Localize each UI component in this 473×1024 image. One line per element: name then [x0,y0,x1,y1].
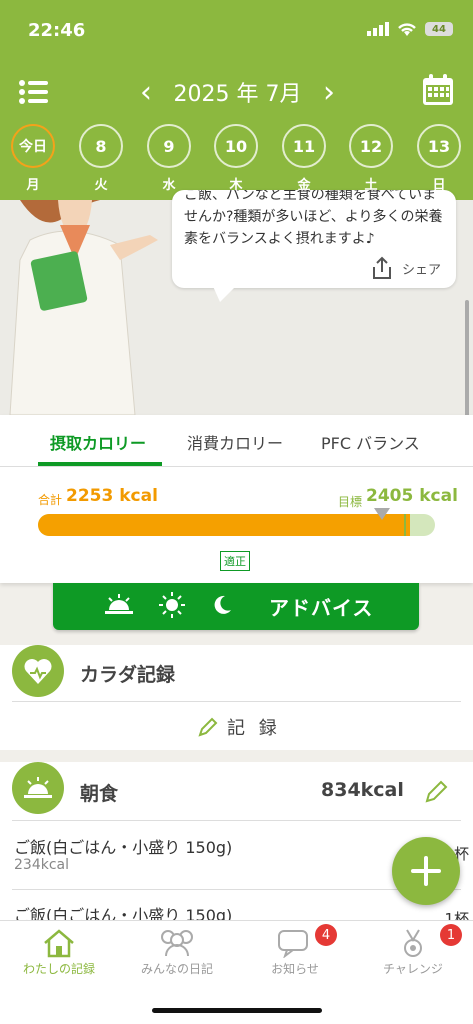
medal-icon [404,929,422,957]
calendar-icon[interactable] [422,74,454,106]
month-selector: ‹ 2025 年 7月 › [140,74,335,110]
moon-icon [211,594,233,620]
status-time: 22:46 [28,20,86,41]
next-month-button[interactable]: › [323,75,335,110]
nav-label: わたしの記録 [22,962,95,976]
day-number: 今日 [11,124,55,168]
day-11[interactable]: 11 金 [282,124,326,193]
wifi-icon [398,23,416,36]
day-8[interactable]: 8 火 [79,124,123,193]
tab-intake[interactable]: 摂取カロリー [50,430,146,454]
advice-text: ご飯、パンなど主食の種類を食べていませんか?種類が多いほど、より多くの栄養素をバ… [184,190,443,247]
challenge-badge: 1 [440,924,462,946]
nav-label: チャレンジ [383,962,443,976]
heart-chart-icon [12,645,64,697]
day-number: 8 [79,124,123,168]
add-button[interactable] [392,837,460,905]
pencil-icon [425,780,448,803]
divider [12,820,461,821]
goal-label: 目標 [338,495,363,509]
tab-pfc[interactable]: PFC バランス [321,430,420,454]
breakfast-title: 朝食 [80,783,119,805]
nav-label: みんなの日記 [140,962,213,976]
record-label: 記 録 [227,718,281,739]
people-icon [161,930,193,957]
goal-value: 2405 kcal [366,486,458,506]
tab-burn[interactable]: 消費カロリー [187,430,283,454]
body-record-title: カラダ記録 [80,664,176,686]
home-icon [44,929,74,958]
plus-icon [411,856,441,886]
day-12[interactable]: 12 土 [349,124,393,193]
sunrise-icon [105,593,133,620]
goal-marker [404,514,406,536]
advice-button-label: アドバイス [269,596,374,620]
nav-my-record[interactable]: わたしの記録 [0,928,118,977]
status-badge: 適正 [220,551,250,571]
day-9[interactable]: 9 水 [147,124,191,193]
divider [12,701,461,702]
sun-icon [159,591,185,622]
day-number: 9 [147,124,191,168]
tab-divider [0,466,473,467]
day-today[interactable]: 今日 月 [11,124,55,193]
signal-icon [367,22,389,36]
nav-community-diary[interactable]: みんなの日記 [118,928,236,977]
record-button[interactable]: 記 録 [197,714,281,740]
breakfast-kcal: 834kcal [321,779,404,801]
tab-underline [38,462,162,466]
day-number: 12 [349,124,393,168]
share-button[interactable]: シェア [370,256,441,280]
edit-breakfast-button[interactable] [424,778,450,808]
chat-icon [278,930,308,958]
bubble-tail [212,284,238,302]
nav-label: お知らせ [271,962,319,976]
total-value: 2253 kcal [66,486,158,506]
day-weekday: 月 [26,178,40,193]
current-pointer [374,508,390,520]
food-item-kcal: 234kcal [14,857,69,873]
notification-badge: 4 [315,924,337,946]
battery-icon: 44 [425,22,453,36]
share-icon [373,256,391,279]
day-number: 10 [214,124,258,168]
calorie-progress-fill [38,514,410,536]
food-item-name[interactable]: ご飯(白ごはん・小盛り 150g) [14,834,232,858]
sunrise-icon [12,762,64,814]
day-10[interactable]: 10 木 [214,124,258,193]
month-title: 2025 年 7月 [173,82,302,107]
total-label: 合計 [38,493,63,507]
day-weekday: 火 [94,178,108,193]
prev-month-button[interactable]: ‹ [140,75,152,110]
home-indicator [152,1008,322,1013]
day-13[interactable]: 13 日 [417,124,461,193]
advice-button[interactable]: アドバイス [53,583,419,630]
status-icons: 44 [367,22,453,36]
day-number: 13 [417,124,461,168]
share-label: シェア [402,262,442,278]
menu-icon[interactable] [18,78,50,106]
day-number: 11 [282,124,326,168]
pencil-icon [198,717,218,737]
nutritionist-illustration [9,200,158,415]
divider [12,889,461,890]
